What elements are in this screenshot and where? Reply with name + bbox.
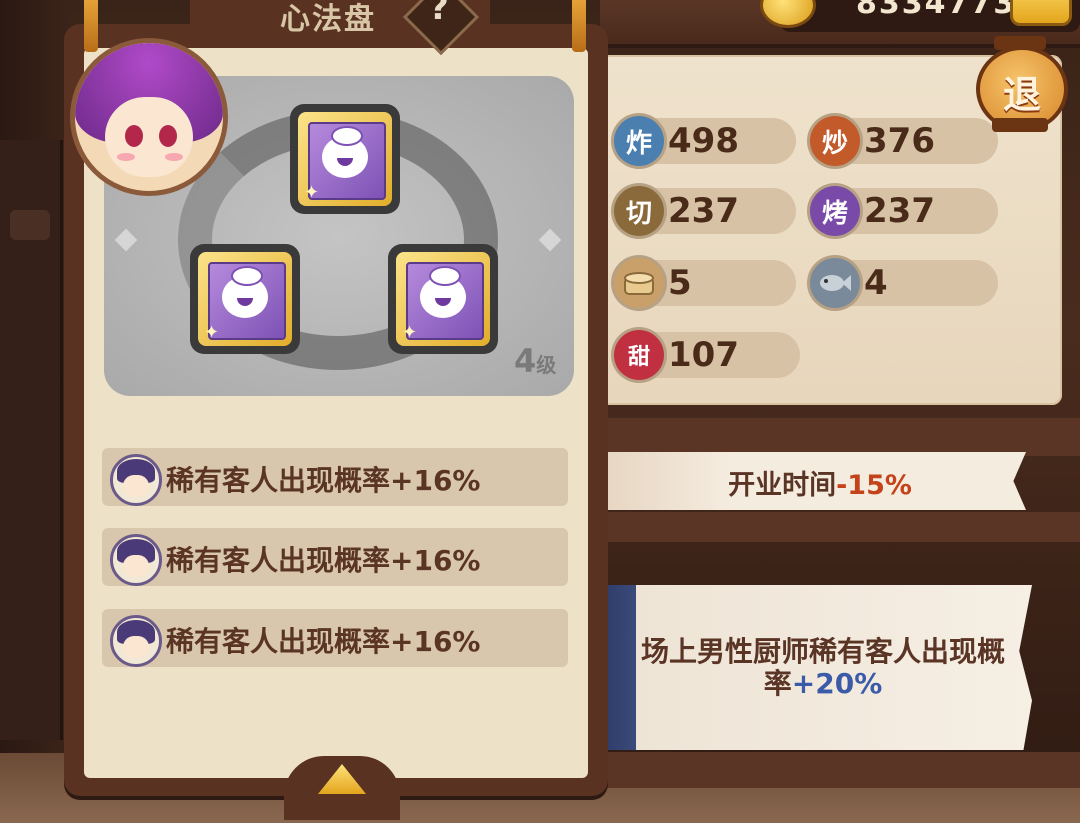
bonus-row: 稀有客人出现概率+16% [102, 528, 568, 586]
sparkle-icon: ✦ [204, 322, 220, 343]
chef-portrait-icon [110, 615, 162, 667]
help-icon: ? [429, 0, 449, 28]
stat-value-steamer: 5 [668, 263, 692, 303]
chef-avatar[interactable] [70, 38, 228, 196]
fry-icon: 炸 [614, 116, 664, 166]
sweet-icon: 甜 [614, 330, 664, 380]
stat-value-stirfry: 376 [864, 121, 935, 161]
board-level: 4级 [514, 342, 557, 380]
bun-icon [222, 266, 268, 318]
stirfry-icon: 炒 [810, 116, 860, 166]
lantern-base [992, 118, 1048, 132]
fish-icon [810, 258, 860, 308]
exit-label: 退 [1002, 73, 1041, 117]
bonus-text: 稀有客人出现概率+16% [166, 464, 481, 497]
cut-icon: 切 [614, 186, 664, 236]
stat-value-sweet: 107 [668, 335, 739, 375]
method-slot-3[interactable]: ✦ [388, 244, 498, 354]
shelf-divider [600, 752, 1080, 788]
roast-icon: 烤 [810, 186, 860, 236]
bonus-row: 稀有客人出现概率+16% [102, 609, 568, 667]
hanger-left [84, 0, 98, 52]
bonus-text: 稀有客人出现概率+16% [166, 625, 481, 658]
chef-portrait-icon [110, 454, 162, 506]
method-slot-2[interactable]: ✦ [190, 244, 300, 354]
sparkle-icon: ✦ [402, 322, 418, 343]
exit-button[interactable]: 退 [976, 36, 1068, 132]
stat-value-cut: 237 [668, 191, 739, 231]
add-currency-button[interactable] [1010, 0, 1072, 26]
opening-time-text: 开业时间-15% [728, 470, 912, 501]
stat-value-fish: 4 [864, 263, 888, 303]
chef-portrait-icon [110, 534, 162, 586]
card-title: 心法盘 [280, 2, 376, 37]
method-slot-1[interactable]: ✦ [290, 104, 400, 214]
bun-icon [420, 266, 466, 318]
bonus-row: 稀有客人出现概率+16% [102, 448, 568, 506]
chef-bonus-pct: +20% [791, 667, 883, 700]
shelf-divider [600, 512, 1080, 542]
shelf-divider [600, 418, 1080, 456]
stat-value-fry: 498 [668, 121, 739, 161]
bonus-text: 稀有客人出现概率+16% [166, 544, 481, 577]
bun-icon [322, 126, 368, 178]
steamer-icon [614, 258, 664, 308]
currency-value: 8334773 [856, 0, 1017, 21]
hanger-right [572, 0, 586, 52]
chef-bonus-text: 场上男性厨师稀有客人出现概率+20% [640, 635, 1005, 700]
sparkle-icon: ✦ [304, 182, 320, 203]
opening-time-pct: -15% [836, 470, 912, 501]
door-knob [10, 210, 50, 240]
stat-value-roast: 237 [864, 191, 935, 231]
background-door [0, 140, 63, 740]
